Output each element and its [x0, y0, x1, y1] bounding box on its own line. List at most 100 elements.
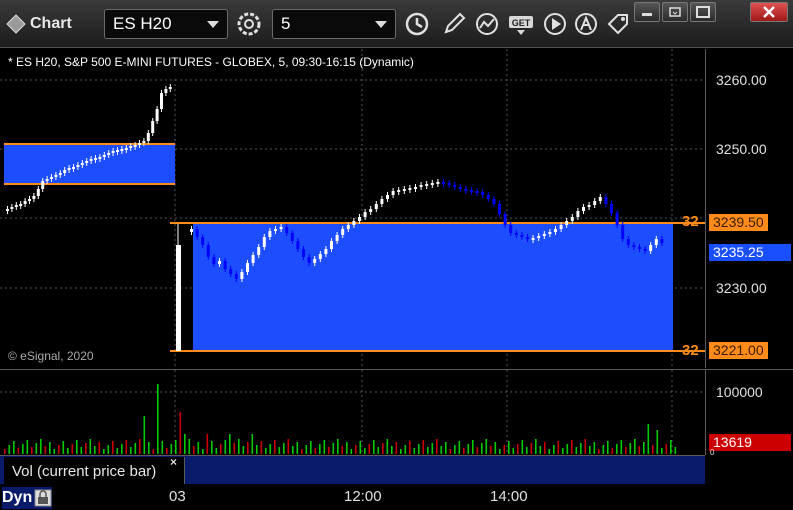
tag-button[interactable] — [603, 9, 633, 39]
volume-study-label[interactable]: Vol (current price bar) — [4, 457, 185, 484]
candle-body — [380, 199, 384, 204]
restore-button[interactable] — [634, 2, 660, 22]
time-axis[interactable]: Dyn 03 12:00 14:00 — [0, 484, 793, 510]
volume-bar — [400, 449, 402, 454]
candle-body — [54, 175, 58, 177]
volume-bar — [215, 448, 218, 454]
settings-button[interactable] — [234, 9, 264, 39]
volume-bar — [323, 440, 326, 454]
volume-bar — [260, 441, 263, 454]
candle-body — [45, 179, 49, 181]
volume-bar — [85, 443, 87, 454]
candle-body — [268, 231, 272, 237]
volume-bar — [422, 440, 425, 454]
zone-high-side-tag: 32 — [682, 213, 699, 230]
volume-bar — [152, 449, 155, 454]
volume-bar — [296, 442, 299, 454]
volume-bar — [22, 444, 24, 454]
lock-icon — [34, 489, 52, 507]
volume-bar — [485, 439, 488, 454]
volume-bar — [503, 445, 506, 454]
volume-axis[interactable]: 100000 13619 0 — [705, 369, 793, 455]
volume-bar — [494, 442, 497, 454]
volume-bar — [467, 444, 470, 454]
draw-button[interactable] — [439, 9, 469, 39]
zone-high-price-tag: 3239.50 — [709, 214, 768, 231]
volume-bar — [188, 439, 191, 454]
symbol-selector[interactable]: ES H20 — [104, 9, 228, 39]
chevron-down-icon — [207, 21, 219, 28]
volume-bar — [436, 439, 438, 454]
alert-button[interactable] — [571, 9, 601, 39]
volume-label: 100000 — [716, 384, 763, 400]
volume-bar — [256, 445, 258, 454]
volume-bar — [265, 448, 267, 454]
candle-body — [643, 249, 647, 251]
volume-bar — [80, 447, 83, 454]
candle-body — [168, 87, 172, 89]
candle-body — [593, 201, 597, 205]
candle-body — [296, 241, 300, 249]
candle-body — [335, 235, 339, 241]
volume-bar — [575, 447, 578, 454]
svg-text:GET: GET — [512, 18, 531, 28]
maximize-icon — [696, 6, 710, 18]
volume-bar — [305, 445, 308, 454]
volume-bar — [251, 434, 254, 454]
minimize-window-button[interactable] — [662, 2, 688, 22]
price-pane[interactable]: * ES H20, S&P 500 E-MINI FUTURES - GLOBE… — [0, 49, 705, 368]
candle-body — [313, 259, 317, 263]
volume-bar — [625, 447, 627, 454]
candle-body — [559, 225, 563, 229]
candle-body — [531, 238, 535, 240]
candle-body — [160, 93, 163, 109]
clock-icon — [405, 12, 429, 36]
get-button[interactable]: GET — [506, 9, 536, 39]
volume-bar — [449, 449, 452, 454]
volume-bar — [350, 449, 353, 454]
volume-bar — [607, 441, 609, 454]
volume-bar — [490, 446, 492, 454]
candle-body — [142, 141, 146, 143]
candle-body — [587, 205, 591, 207]
volume-bar — [67, 448, 69, 454]
time-button[interactable] — [402, 9, 432, 39]
price-axis[interactable]: 3260.00 3250.00 3230.00 3239.50 3235.25 … — [705, 49, 793, 368]
volume-bar — [35, 443, 38, 454]
volume-bar — [292, 446, 294, 454]
volume-bar — [499, 449, 501, 454]
close-study-icon[interactable]: × — [170, 455, 177, 469]
candle-body — [654, 239, 658, 245]
volume-bar — [143, 416, 146, 454]
close-button[interactable] — [750, 2, 788, 22]
volume-bar — [206, 434, 209, 454]
volume-bar — [665, 444, 668, 454]
candle-body — [285, 227, 289, 233]
volume-bar — [197, 442, 200, 454]
candle-body — [363, 212, 367, 217]
dynamic-label: Dyn — [2, 489, 33, 506]
study-button[interactable] — [472, 9, 502, 39]
volume-bar — [283, 443, 285, 454]
volume-pane[interactable] — [0, 369, 705, 455]
candle-body — [442, 182, 445, 184]
candle-body — [257, 247, 261, 255]
volume-bar — [112, 441, 114, 454]
volume-bar — [193, 446, 195, 454]
play-button[interactable] — [540, 9, 570, 39]
dynamic-toggle[interactable]: Dyn — [2, 487, 53, 509]
candle-body — [89, 159, 93, 161]
candle-body — [341, 229, 345, 235]
volume-bar — [670, 440, 672, 454]
candle-body — [85, 161, 89, 163]
volume-study-tab: Vol (current price bar) × — [0, 455, 705, 484]
volume-bar — [278, 447, 281, 454]
volume-bar — [337, 439, 339, 454]
maximize-button[interactable] — [690, 2, 716, 22]
candle-body — [6, 209, 9, 211]
interval-selector[interactable]: 5 — [272, 9, 396, 39]
volume-bar — [13, 441, 15, 454]
volume-bar — [656, 430, 659, 454]
candle-body — [660, 239, 664, 243]
candle-body — [458, 187, 462, 189]
